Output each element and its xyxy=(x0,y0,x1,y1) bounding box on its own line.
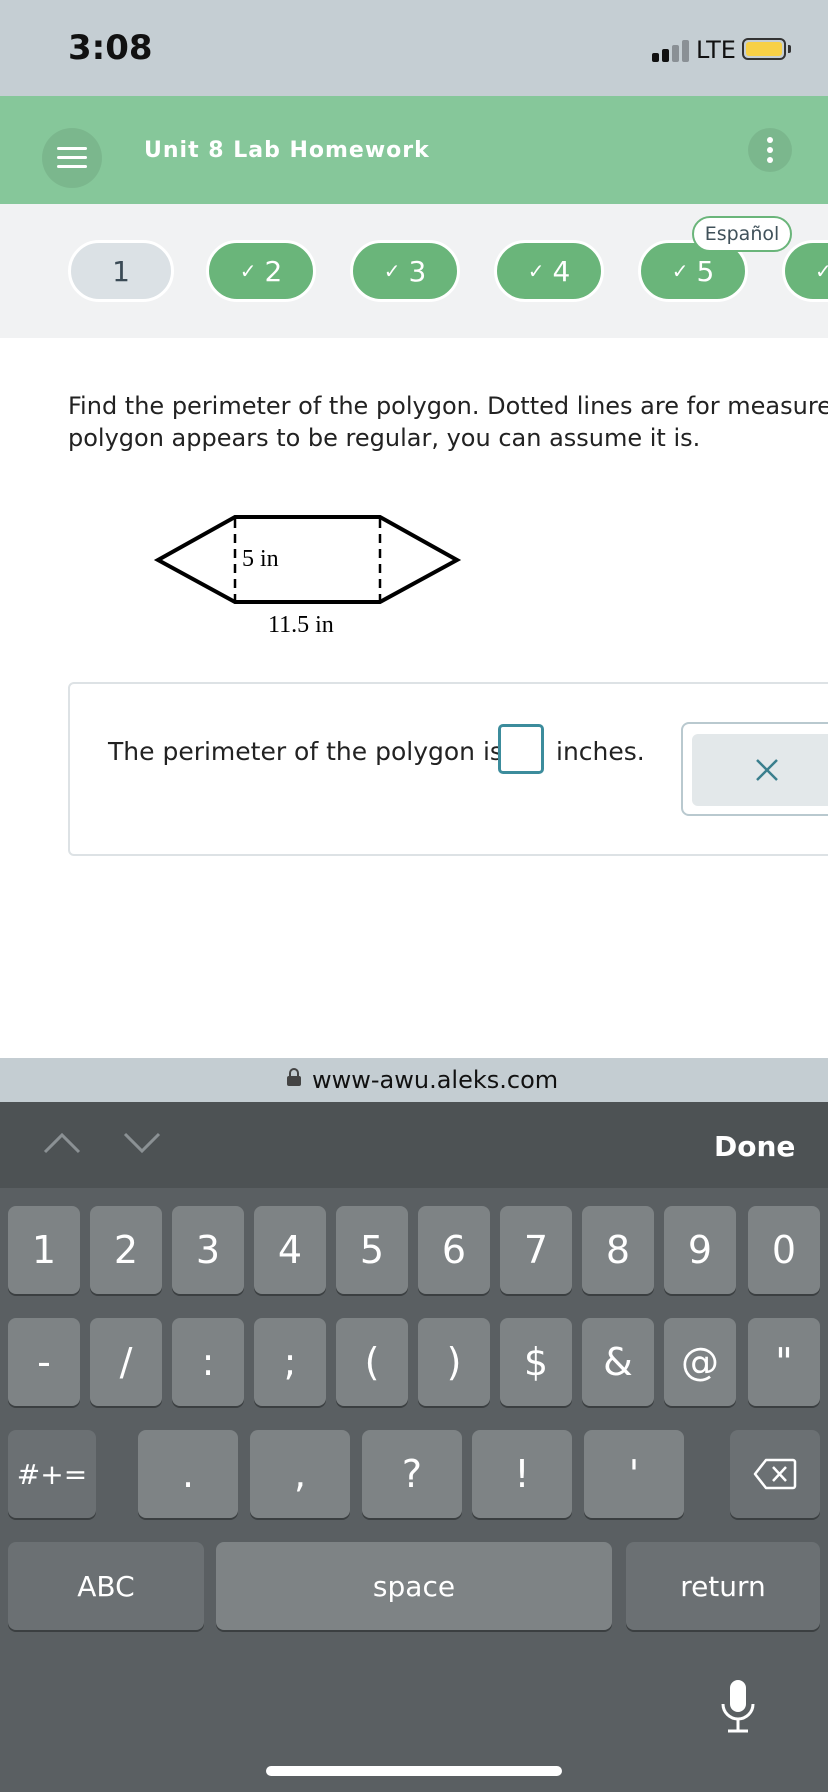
microphone-icon[interactable] xyxy=(718,1678,758,1738)
question-tab-3[interactable]: ✓ 3 xyxy=(350,240,460,302)
height-label: 5 in xyxy=(242,546,279,572)
chevron-up-icon[interactable] xyxy=(42,1130,82,1156)
key-9[interactable]: 9 xyxy=(664,1206,736,1294)
network-label: LTE xyxy=(696,36,736,64)
key-close-paren[interactable]: ) xyxy=(418,1318,490,1406)
question-text: Find the perimeter of the polygon. Dotte… xyxy=(68,390,828,454)
key-comma[interactable]: , xyxy=(250,1430,350,1518)
width-label: 11.5 in xyxy=(268,612,334,638)
hexagon-outline xyxy=(153,515,462,604)
key-dollar[interactable]: $ xyxy=(500,1318,572,1406)
question-tab-2[interactable]: ✓ 2 xyxy=(206,240,316,302)
key-semicolon[interactable]: ; xyxy=(254,1318,326,1406)
key-abc[interactable]: ABC xyxy=(8,1542,204,1630)
key-2[interactable]: 2 xyxy=(90,1206,162,1294)
url-text: www-awu.aleks.com xyxy=(312,1066,559,1094)
key-question[interactable]: ? xyxy=(362,1430,462,1518)
key-quote[interactable]: " xyxy=(748,1318,820,1406)
key-8[interactable]: 8 xyxy=(582,1206,654,1294)
signal-icon xyxy=(652,40,690,62)
check-icon: ✓ xyxy=(527,259,545,283)
status-time: 3:08 xyxy=(68,28,153,68)
check-icon: ✓ xyxy=(383,259,401,283)
key-hyphen[interactable]: - xyxy=(8,1318,80,1406)
question-tab-label: 3 xyxy=(408,254,427,288)
question-tab-label: 5 xyxy=(696,254,715,288)
keyboard-done-button[interactable]: Done xyxy=(714,1130,795,1163)
chevron-down-icon[interactable] xyxy=(122,1130,162,1156)
clear-answer-button[interactable] xyxy=(692,734,828,806)
more-options-button[interactable] xyxy=(748,128,792,172)
language-toggle-button[interactable]: Español xyxy=(692,216,792,252)
key-5[interactable]: 5 xyxy=(336,1206,408,1294)
question-tab-4[interactable]: ✓ 4 xyxy=(494,240,604,302)
polygon-figure: 5 in 11.5 in xyxy=(153,515,462,638)
home-indicator xyxy=(266,1766,562,1776)
backspace-icon xyxy=(753,1458,797,1490)
key-4[interactable]: 4 xyxy=(254,1206,326,1294)
answer-prompt: The perimeter of the polygon is xyxy=(108,737,503,766)
check-icon: ✓ xyxy=(671,259,689,283)
check-icon: ✓ xyxy=(815,259,828,283)
menu-button[interactable] xyxy=(42,128,102,188)
question-tab-1[interactable]: 1 xyxy=(68,240,174,302)
question-tab-label: 4 xyxy=(552,254,571,288)
battery-icon xyxy=(742,38,786,60)
key-open-paren[interactable]: ( xyxy=(336,1318,408,1406)
answer-input[interactable] xyxy=(498,724,544,774)
key-3[interactable]: 3 xyxy=(172,1206,244,1294)
key-period[interactable]: . xyxy=(138,1430,238,1518)
key-apostrophe[interactable]: ' xyxy=(584,1430,684,1518)
question-tab-label: 2 xyxy=(264,254,283,288)
key-symbols[interactable]: #+= xyxy=(8,1430,96,1518)
key-ampersand[interactable]: & xyxy=(582,1318,654,1406)
key-7[interactable]: 7 xyxy=(500,1206,572,1294)
question-tab-label: 1 xyxy=(112,254,130,288)
key-colon[interactable]: : xyxy=(172,1318,244,1406)
close-icon xyxy=(756,759,778,781)
key-6[interactable]: 6 xyxy=(418,1206,490,1294)
page-title: Unit 8 Lab Homework xyxy=(144,138,430,163)
lock-icon xyxy=(287,1068,301,1086)
key-0[interactable]: 0 xyxy=(748,1206,820,1294)
check-icon: ✓ xyxy=(239,259,257,283)
battery-tip xyxy=(788,45,791,53)
answer-unit: inches. xyxy=(556,737,645,766)
key-slash[interactable]: / xyxy=(90,1318,162,1406)
key-1[interactable]: 1 xyxy=(8,1206,80,1294)
key-exclamation[interactable]: ! xyxy=(472,1430,572,1518)
key-at[interactable]: @ xyxy=(664,1318,736,1406)
key-space[interactable]: space xyxy=(216,1542,612,1630)
key-return[interactable]: return xyxy=(626,1542,820,1630)
key-backspace[interactable] xyxy=(730,1430,820,1518)
question-line-1: Find the perimeter of the polygon. Dotte… xyxy=(68,392,828,420)
question-line-2: polygon appears to be regular, you can a… xyxy=(68,424,701,452)
